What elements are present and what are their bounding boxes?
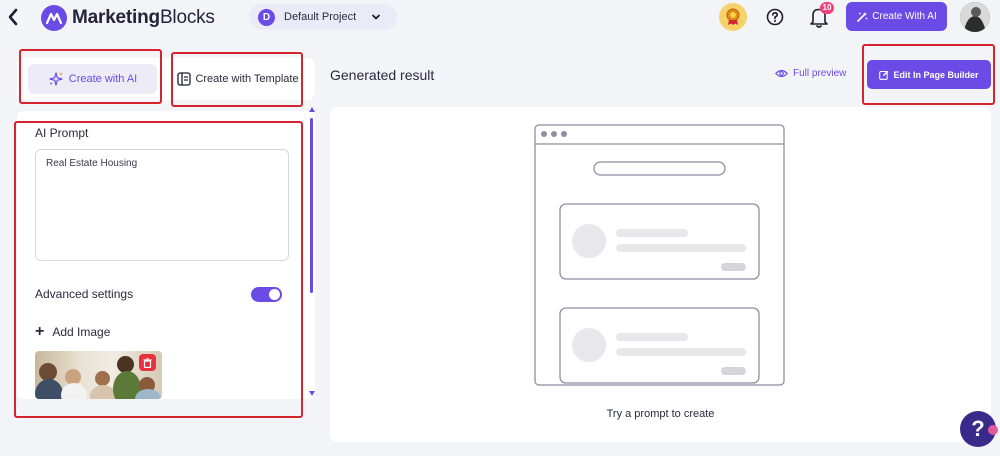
help-indicator-dot (988, 425, 998, 435)
empty-state-text: Try a prompt to create (606, 408, 715, 420)
trash-icon (143, 357, 152, 368)
scroll-up-arrow-icon[interactable] (309, 107, 315, 112)
sparkles-icon (49, 72, 63, 86)
create-with-ai-label: Create With AI (872, 11, 937, 22)
logo-mark-icon (41, 5, 67, 31)
generated-result-title: Generated result (330, 67, 435, 83)
edit-in-page-builder-label: Edit In Page Builder (893, 69, 979, 80)
project-selector[interactable]: D Default Project (249, 4, 397, 30)
add-image-label: Add Image (52, 325, 111, 339)
logo-text-regular: Blocks (159, 7, 215, 28)
eye-icon (775, 69, 788, 78)
ai-prompt-input[interactable]: Real Estate Housing (35, 149, 289, 261)
advanced-settings-toggle[interactable] (251, 287, 282, 302)
back-arrow-icon[interactable] (6, 7, 20, 27)
project-avatar: D (258, 8, 275, 26)
tab-create-with-template-label: Create with Template (195, 73, 299, 85)
help-circle-icon[interactable] (765, 7, 785, 27)
scroll-down-arrow-icon[interactable] (309, 391, 315, 396)
template-icon (177, 72, 192, 86)
ai-settings-panel: AI Prompt Real Estate Housing Advanced s… (17, 111, 315, 399)
create-with-ai-button[interactable]: Create With AI (846, 2, 947, 31)
question-mark-icon: ? (971, 416, 985, 441)
scrollbar-thumb[interactable] (310, 118, 313, 293)
help-chat-button[interactable]: ? (960, 411, 998, 447)
logo-text-bold: Marketing (72, 7, 160, 28)
full-preview-link[interactable]: Full preview (775, 68, 846, 79)
user-photo (960, 2, 990, 32)
award-medal-icon (726, 8, 740, 25)
logo-text: MarketingBlocks (72, 7, 215, 29)
edit-icon (879, 70, 889, 80)
delete-image-button[interactable] (139, 354, 156, 371)
tab-create-with-ai[interactable]: Create with AI (28, 64, 157, 94)
empty-state-illustration (534, 124, 785, 386)
tab-create-with-ai-label: Create with AI (68, 73, 138, 85)
notifications-button[interactable]: 10 (808, 2, 834, 29)
magic-wand-icon (857, 11, 868, 22)
chevron-down-icon (372, 14, 381, 20)
top-bar: MarketingBlocks D Default Project 10 Cre… (0, 0, 1000, 36)
toggle-knob (269, 289, 280, 300)
uploaded-image-thumbnail[interactable] (35, 351, 162, 399)
full-preview-label: Full preview (793, 68, 847, 79)
notification-count-badge: 10 (820, 2, 834, 14)
add-image-button[interactable]: + Add Image (35, 323, 111, 340)
award-button[interactable] (719, 3, 747, 31)
project-name: Default Project (284, 11, 357, 23)
advanced-settings-label: Advanced settings (35, 287, 134, 301)
user-avatar[interactable] (960, 2, 990, 32)
logo[interactable]: MarketingBlocks (41, 5, 215, 31)
plus-icon: + (35, 323, 45, 340)
tab-create-with-template[interactable]: Create with Template (176, 64, 300, 94)
ai-prompt-label: AI Prompt (35, 126, 89, 140)
edit-in-page-builder-button[interactable]: Edit In Page Builder (867, 60, 991, 89)
